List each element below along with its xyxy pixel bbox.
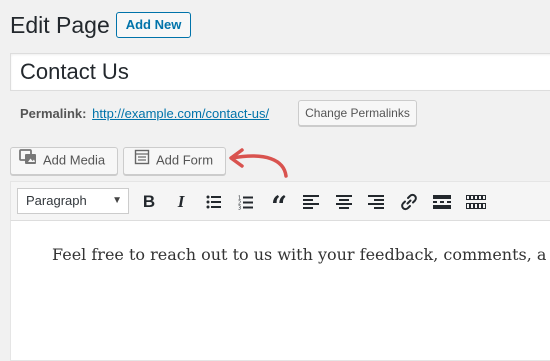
numbered-list-button[interactable]: 1 2 3 — [234, 190, 258, 214]
add-form-button[interactable]: Add Form — [123, 147, 226, 175]
add-new-button[interactable]: Add New — [116, 12, 191, 38]
format-select[interactable]: Paragraph ▼ — [17, 188, 129, 214]
link-icon — [401, 193, 417, 211]
change-permalinks-button[interactable]: Change Permalinks — [298, 100, 417, 126]
form-icon — [134, 149, 150, 173]
read-more-button[interactable] — [430, 190, 454, 214]
add-form-label: Add Form — [156, 152, 214, 168]
media-icon — [19, 148, 37, 173]
insert-link-button[interactable] — [397, 190, 421, 214]
bullet-list-button[interactable] — [202, 190, 226, 214]
add-media-label: Add Media — [43, 152, 106, 168]
italic-icon: I — [177, 192, 185, 211]
bold-icon: B — [142, 192, 156, 211]
align-right-button[interactable] — [364, 190, 388, 214]
bullet-list-icon — [206, 195, 221, 209]
svg-text:3: 3 — [238, 205, 241, 210]
align-left-button[interactable] — [299, 190, 323, 214]
bold-button[interactable]: B — [137, 190, 161, 214]
editor-content-text[interactable]: Feel free to reach out to us with your f… — [52, 243, 546, 267]
toolbar-toggle-icon — [466, 195, 486, 209]
blockquote-icon: “ — [270, 190, 288, 223]
permalink-label: Permalink: — [20, 106, 87, 121]
numbered-list-icon: 1 2 3 — [238, 195, 253, 210]
align-left-icon — [303, 195, 319, 209]
title-input[interactable]: Contact Us — [10, 53, 550, 91]
chevron-down-icon: ▼ — [112, 195, 122, 206]
align-center-icon — [336, 195, 352, 209]
align-center-button[interactable] — [332, 190, 356, 214]
blockquote-button[interactable]: “ — [267, 190, 291, 221]
add-media-button[interactable]: Add Media — [10, 147, 118, 175]
align-right-icon — [368, 195, 384, 209]
annotation-arrow-icon — [229, 148, 288, 178]
permalink-row: Permalink: http://example.com/contact-us… — [20, 104, 269, 124]
toolbar-toggle-button[interactable] — [464, 190, 488, 214]
format-select-value: Paragraph — [26, 193, 87, 208]
read-more-icon — [433, 195, 451, 209]
page-title: Edit Page — [10, 12, 110, 38]
italic-button[interactable]: I — [169, 190, 193, 214]
permalink-url-link[interactable]: http://example.com/contact-us/ — [92, 106, 269, 121]
